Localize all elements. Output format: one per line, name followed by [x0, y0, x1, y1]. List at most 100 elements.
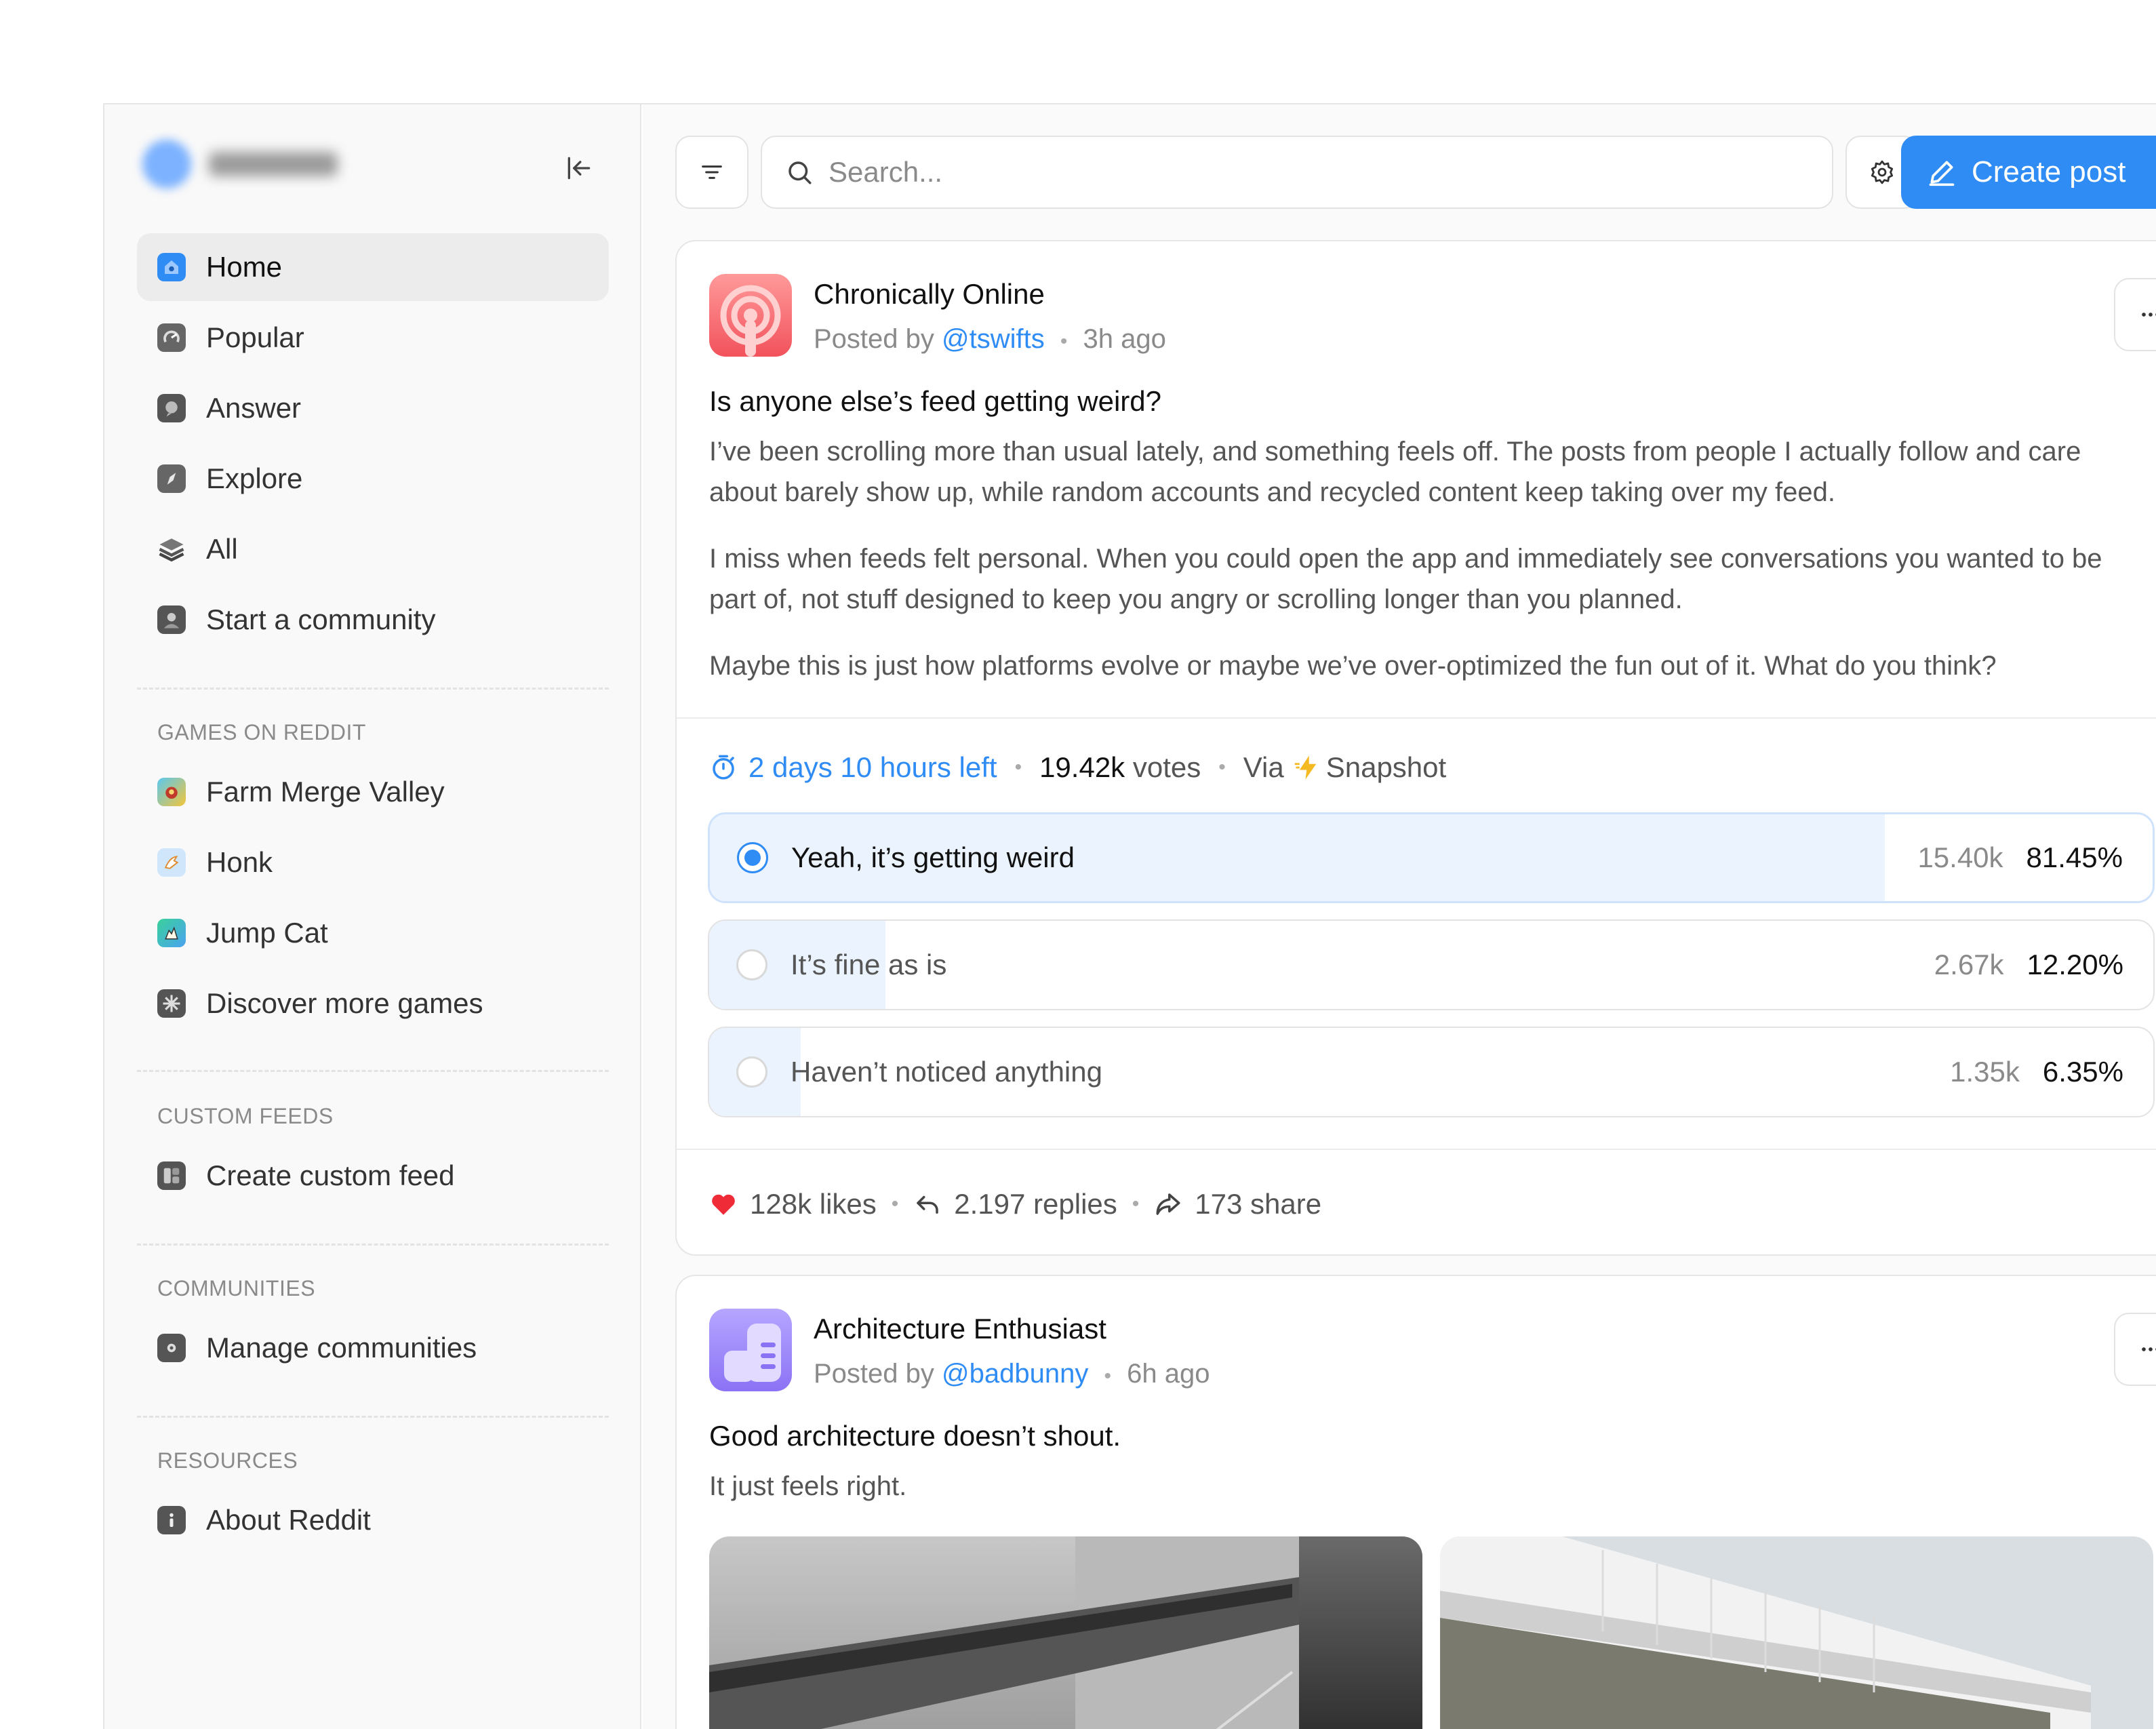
post-title[interactable]: Good architecture doesn’t shout. — [709, 1420, 1121, 1452]
section-title-custom-feeds: CUSTOM FEEDS — [157, 1104, 334, 1128]
poll-votes-number: 19.42k — [1039, 751, 1125, 783]
sidebar-item-label: About Reddit — [206, 1504, 371, 1536]
post-image-building-white[interactable] — [1440, 1536, 2153, 1729]
reply-button[interactable]: 2.197 replies — [913, 1188, 1117, 1220]
sidebar-item-label: Explore — [206, 462, 303, 494]
poll-option-label: It’s fine as is — [791, 949, 947, 980]
resources-list: About Reddit — [137, 1486, 609, 1557]
main-feed: Create post Chronically Online Poste — [643, 104, 2156, 1729]
post-card: Architecture Enthusiast Posted by @badbu… — [675, 1275, 2156, 1729]
poll-radio-selected[interactable] — [737, 842, 768, 873]
sidebar-item-answer[interactable]: Answer — [137, 374, 609, 442]
post-byline: Posted by @badbunny • 6h ago — [814, 1359, 1210, 1389]
post-byline: Posted by @tswifts • 3h ago — [814, 324, 1166, 355]
poll-option[interactable]: It’s fine as is 2.67k 12.20% — [708, 919, 2155, 1010]
section-title-resources: RESOURCES — [157, 1448, 298, 1473]
post-paragraph: Maybe this is just how platforms evolve … — [709, 651, 1997, 681]
community-name[interactable]: Architecture Enthusiast — [814, 1313, 1210, 1345]
search-icon — [788, 161, 812, 184]
lightning-icon — [1294, 755, 1316, 780]
divider — [137, 688, 609, 690]
poll-option[interactable]: Haven’t noticed anything 1.35k 6.35% — [708, 1027, 2155, 1117]
sidebar-item-label: Popular — [206, 321, 304, 353]
sidebar-item-discover-games[interactable]: Discover more games — [137, 970, 609, 1037]
separator-dot: • — [1060, 330, 1068, 353]
divider — [677, 717, 2156, 719]
post-author-link[interactable]: @tswifts — [942, 324, 1045, 354]
ellipsis-icon — [2142, 313, 2156, 317]
posted-by-label: Posted by — [814, 324, 934, 354]
games-list: Farm Merge Valley Honk Jump Cat Discover… — [137, 758, 609, 1040]
poll-radio[interactable] — [736, 1056, 767, 1088]
divider — [677, 1149, 2156, 1150]
poll-option-label: Yeah, it’s getting weird — [791, 841, 1075, 873]
manage-communities-icon — [157, 1334, 186, 1362]
sidebar-item-create-custom-feed[interactable]: Create custom feed — [137, 1142, 609, 1210]
more-options-button[interactable] — [2114, 1313, 2156, 1386]
create-post-button[interactable]: Create post — [1901, 136, 2156, 209]
share-button[interactable]: 173 share — [1154, 1188, 1321, 1220]
topbar: Create post — [675, 136, 2156, 210]
post-author-link[interactable]: @badbunny — [942, 1359, 1088, 1389]
honk-icon — [157, 848, 186, 877]
poll-option-percent: 6.35% — [2042, 1056, 2123, 1088]
post-image-building-grey[interactable] — [709, 1536, 1422, 1729]
sidebar-item-label: Start a community — [206, 603, 436, 635]
sidebar-item-explore[interactable]: Explore — [137, 445, 609, 513]
sidebar-item-label: All — [206, 533, 238, 565]
poll-option-label: Haven’t noticed anything — [791, 1056, 1102, 1088]
filter-icon — [702, 165, 722, 179]
posted-by-label: Posted by — [814, 1359, 934, 1389]
filter-button[interactable] — [675, 136, 748, 209]
sidebar-item-manage-communities[interactable]: Manage communities — [137, 1314, 609, 1382]
replies-count: 2.197 replies — [954, 1188, 1117, 1220]
sidebar-item-jump-cat[interactable]: Jump Cat — [137, 899, 609, 967]
sidebar: Home Popular Answer Explore All Start a … — [104, 104, 641, 1729]
sidebar-item-popular[interactable]: Popular — [137, 304, 609, 372]
all-icon — [157, 535, 186, 563]
sidebar-item-home[interactable]: Home — [137, 233, 609, 301]
community-icon — [157, 605, 186, 634]
jump-cat-icon — [157, 919, 186, 947]
poll-via-app[interactable]: Snapshot — [1326, 751, 1446, 784]
post-time: 6h ago — [1127, 1359, 1210, 1389]
more-options-button[interactable] — [2114, 278, 2156, 351]
divider — [137, 1070, 609, 1072]
separator-dot: • — [1104, 1365, 1111, 1387]
reply-icon — [917, 1195, 939, 1214]
sidebar-item-label: Honk — [206, 846, 273, 878]
poll-votes: 19.42k votes — [1039, 751, 1201, 784]
post-body: It just feels right. — [709, 1471, 907, 1501]
discover-games-icon — [157, 989, 186, 1018]
post-card: Chronically Online Posted by @tswifts • … — [675, 240, 2156, 1256]
search-bar[interactable] — [761, 136, 1833, 209]
poll-radio[interactable] — [736, 949, 767, 980]
poll-option[interactable]: Yeah, it’s getting weird 15.40k 81.45% — [708, 812, 2155, 903]
collapse-sidebar-icon[interactable] — [560, 149, 598, 187]
poll-time-left: 2 days 10 hours left — [748, 751, 997, 783]
post-time: 3h ago — [1083, 324, 1166, 354]
sidebar-item-farm-merge-valley[interactable]: Farm Merge Valley — [137, 758, 609, 826]
like-button[interactable]: 128k likes — [709, 1188, 877, 1220]
divider — [137, 1416, 609, 1418]
poll-option-count: 1.35k — [1950, 1056, 2020, 1088]
account-brand[interactable] — [142, 140, 338, 188]
sidebar-item-all[interactable]: All — [137, 515, 609, 583]
sidebar-item-honk[interactable]: Honk — [137, 829, 609, 896]
poll-via-label: Via — [1243, 751, 1284, 783]
separator-dot: • — [1218, 756, 1226, 778]
sidebar-item-label: Manage communities — [206, 1332, 477, 1364]
post-title[interactable]: Is anyone else’s feed getting weird? — [709, 385, 1161, 418]
custom-feed-icon — [157, 1161, 186, 1190]
farm-merge-valley-icon — [157, 778, 186, 806]
sidebar-item-about-reddit[interactable]: About Reddit — [137, 1486, 609, 1554]
community-avatar-building-icon[interactable] — [709, 1309, 792, 1391]
sidebar-item-label: Answer — [206, 392, 302, 424]
community-avatar-podcast-icon[interactable] — [709, 274, 792, 357]
separator-dot: • — [1014, 756, 1022, 778]
sidebar-item-start-community[interactable]: Start a community — [137, 586, 609, 654]
info-icon — [157, 1506, 186, 1534]
search-input[interactable] — [829, 156, 1778, 188]
ellipsis-icon — [2142, 1347, 2156, 1351]
community-name[interactable]: Chronically Online — [814, 278, 1166, 311]
